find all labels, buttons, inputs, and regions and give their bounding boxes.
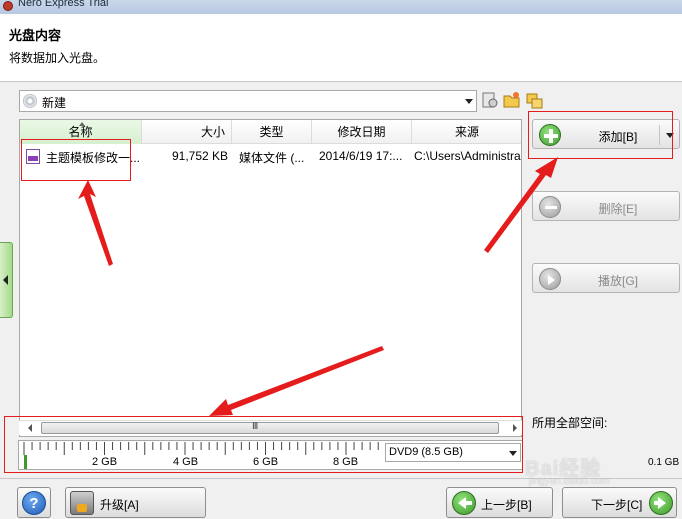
annotation-arrow-file [78,180,113,266]
annotation-arrow-capacity [209,346,384,416]
annotation-arrows [78,157,558,416]
annotation-arrow-add [484,157,558,253]
